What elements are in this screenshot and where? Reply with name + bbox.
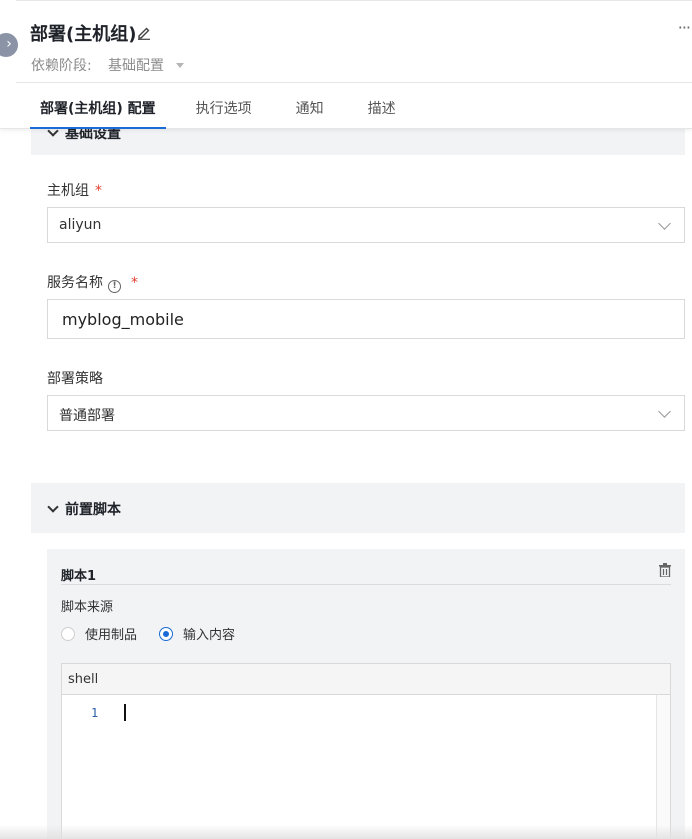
dependency-select[interactable]: 基础配置 xyxy=(108,55,164,75)
divider xyxy=(61,584,671,585)
strategy-value: 普通部署 xyxy=(59,408,115,424)
service-name-input[interactable]: myblog_mobile xyxy=(47,299,685,339)
host-group-value: aliyun xyxy=(59,217,102,233)
host-group-label: 主机组 * xyxy=(47,183,102,199)
tab-bar: 部署(主机组) 配置 执行选项 通知 描述 xyxy=(30,83,440,129)
editor-scrollbar[interactable] xyxy=(656,695,670,839)
tab-description[interactable]: 描述 xyxy=(368,83,396,129)
radio-input-content[interactable] xyxy=(159,626,174,641)
chevron-down-icon xyxy=(658,217,671,230)
dependency-label: 依赖阶段: xyxy=(31,58,92,74)
caret-down-icon[interactable] xyxy=(176,63,184,68)
strategy-label: 部署策略 xyxy=(47,371,103,387)
host-group-select[interactable]: aliyun xyxy=(47,207,685,243)
chevron-down-icon xyxy=(47,501,59,513)
script-title: 脚本1 xyxy=(61,569,97,584)
page: 基础设置 主机组 * aliyun 服务名称! * myblog_mobile 部署… xyxy=(0,0,692,839)
trash-icon[interactable] xyxy=(659,563,671,577)
script-source-label: 脚本来源 xyxy=(61,600,114,615)
radio-use-artifact[interactable] xyxy=(61,626,75,641)
radio-use-artifact-label[interactable]: 使用制品 xyxy=(85,624,137,643)
pre-script-section[interactable]: 前置脚本 xyxy=(31,483,685,533)
chevron-right-icon[interactable]: › xyxy=(0,33,18,57)
text-cursor xyxy=(124,704,126,721)
tab-deploy-config[interactable]: 部署(主机组) 配置 xyxy=(30,83,166,129)
script-card: 脚本1 脚本来源 使用制品 输入内容 shell 1 xyxy=(47,549,685,839)
tab-execution-options[interactable]: 执行选项 xyxy=(196,83,252,129)
divider xyxy=(16,0,692,3)
editor-language: shell xyxy=(62,664,670,695)
pre-script-title: 前置脚本 xyxy=(47,499,121,519)
info-icon[interactable]: ! xyxy=(108,280,121,293)
radio-input-content-label[interactable]: 输入内容 xyxy=(183,624,235,643)
strategy-select[interactable]: 普通部署 xyxy=(47,395,685,431)
edit-icon[interactable] xyxy=(137,26,151,40)
service-name-label: 服务名称! * xyxy=(47,275,138,293)
tab-notifications[interactable]: 通知 xyxy=(296,83,324,129)
script-source-radios: 使用制品 输入内容 xyxy=(61,624,257,643)
page-title: 部署(主机组) xyxy=(30,24,137,45)
line-number: 1 xyxy=(91,706,99,720)
code-editor[interactable]: shell 1 xyxy=(61,663,671,839)
more-icon[interactable]: ··· xyxy=(678,18,691,37)
bottom-shadow xyxy=(0,825,692,839)
chevron-down-icon xyxy=(658,405,671,418)
panel-header: › 部署(主机组) ··· 依赖阶段: 基础配置 部署(主机组) 配置 执行选项… xyxy=(0,0,692,129)
